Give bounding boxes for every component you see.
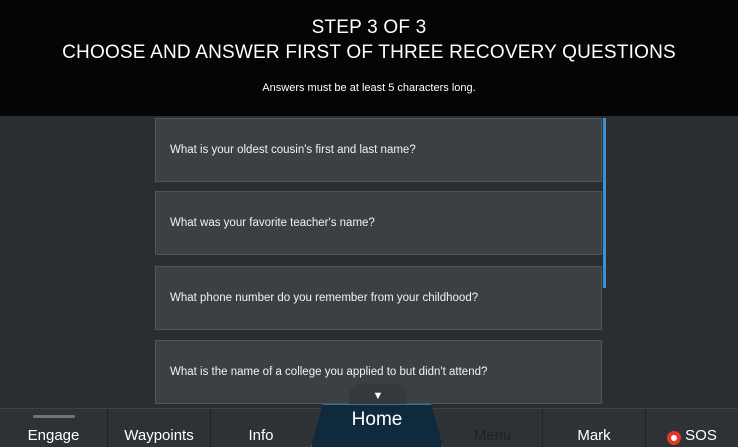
- page-subtitle: Answers must be at least 5 characters lo…: [262, 82, 476, 94]
- question-item[interactable]: What phone number do you remember from y…: [155, 266, 602, 330]
- nav-waypoints-label: Waypoints: [124, 427, 194, 444]
- nav-info[interactable]: Info: [211, 409, 311, 447]
- nav-sos[interactable]: SOS: [646, 409, 738, 447]
- question-item[interactable]: What was your favorite teacher's name?: [155, 191, 602, 255]
- nav-engage[interactable]: Engage: [0, 409, 108, 447]
- nav-menu-label: Menu: [473, 427, 512, 444]
- sos-icon: [667, 431, 682, 445]
- question-text: What is the name of a college you applie…: [170, 366, 488, 378]
- step-indicator: STEP 3 OF 3: [311, 17, 427, 38]
- nav-menu[interactable]: Menu: [443, 409, 543, 447]
- chevron-down-icon: ▼: [372, 390, 384, 402]
- nav-waypoints[interactable]: Waypoints: [108, 409, 211, 447]
- nav-mark-label: Mark: [577, 427, 611, 444]
- nav-engage-label: Engage: [27, 427, 80, 444]
- bottom-nav: Engage Waypoints Info Menu Mark SOS Home: [0, 404, 738, 447]
- nav-sos-label: SOS: [685, 427, 717, 444]
- nav-mark[interactable]: Mark: [543, 409, 646, 447]
- question-text: What is your oldest cousin's first and l…: [170, 144, 416, 156]
- question-text: What was your favorite teacher's name?: [170, 217, 375, 229]
- question-item[interactable]: What is your oldest cousin's first and l…: [155, 118, 602, 182]
- scrollbar-thumb[interactable]: [603, 118, 606, 288]
- page-title: CHOOSE AND ANSWER FIRST OF THREE RECOVER…: [62, 42, 676, 63]
- header: STEP 3 OF 3 CHOOSE AND ANSWER FIRST OF T…: [0, 0, 738, 116]
- question-text: What phone number do you remember from y…: [170, 292, 479, 304]
- nav-home[interactable]: Home: [311, 404, 443, 447]
- nav-home-label: Home: [351, 409, 403, 430]
- nav-info-label: Info: [248, 427, 274, 444]
- scroll-down-button[interactable]: ▼: [349, 384, 407, 406]
- engage-indicator: [32, 415, 75, 418]
